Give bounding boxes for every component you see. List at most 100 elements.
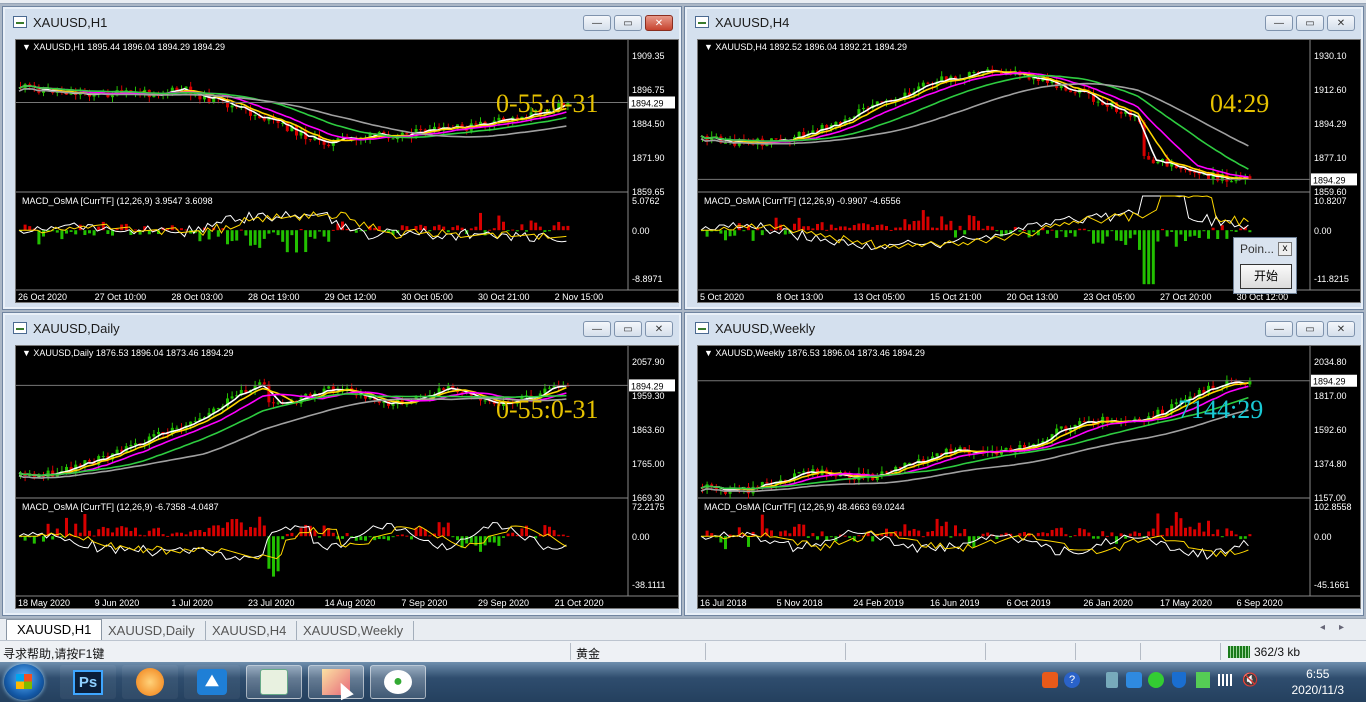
popup-close-button[interactable]: x <box>1278 242 1292 256</box>
status-traffic: 362/3 kb <box>1254 645 1301 659</box>
security-shield-icon[interactable] <box>1172 672 1186 688</box>
candle-body <box>774 138 778 140</box>
macd-histogram-bar <box>244 529 248 537</box>
macd-histogram-bar <box>1202 230 1206 232</box>
minimize-button[interactable]: — <box>1265 321 1293 337</box>
macd-histogram-bar <box>318 230 321 232</box>
macd-histogram-bar <box>479 536 482 552</box>
macd-histogram-bar <box>354 230 358 233</box>
close-button[interactable]: ✕ <box>1327 321 1355 337</box>
macd-histogram-bar <box>1128 230 1132 239</box>
candle-body <box>848 118 852 120</box>
macd-histogram-bar <box>83 230 87 236</box>
system-clock[interactable]: 6:55 2020/11/3 <box>1292 666 1345 698</box>
metatrader-taskbar-button[interactable] <box>246 665 302 699</box>
macd-histogram-bar <box>944 224 948 231</box>
maximize-button[interactable]: ▭ <box>1296 15 1324 31</box>
macd-histogram-bar <box>60 230 64 240</box>
sogou-ime-icon[interactable] <box>1042 672 1058 688</box>
maximize-button[interactable]: ▭ <box>614 321 642 337</box>
mountain-app-icon[interactable]: ⛰ <box>184 665 240 699</box>
chart-plot: 1894.292057.901959.301863.601765.001669.… <box>16 346 678 608</box>
chart-area[interactable]: 1894.29 1909.35 1896.75 1884.50 1871.90 1859.… <box>15 39 679 303</box>
time-tick-label: 26 Jan 2020 <box>1083 598 1133 608</box>
maximize-button[interactable]: ▭ <box>614 15 642 31</box>
candle-body <box>433 126 436 130</box>
chart-window-h1[interactable]: XAUUSD,H1 — ▭ ✕ 1894.29 1909.35 1896.75 1884.… <box>2 6 682 310</box>
time-tick-label: 16 Jul 2018 <box>700 598 747 608</box>
network-app-icon[interactable] <box>1126 672 1142 688</box>
macd-histogram-bar <box>1082 228 1086 231</box>
chart-window-icon <box>695 322 709 334</box>
macd-histogram-bar <box>345 228 349 231</box>
macd-histogram-bar <box>1128 533 1132 537</box>
macd-histogram-bar <box>368 536 372 538</box>
signal-icon[interactable] <box>1218 674 1234 686</box>
macd-histogram-bar <box>760 230 764 236</box>
macd-histogram-bar <box>419 526 423 537</box>
maximize-button[interactable]: ▭ <box>1296 321 1324 337</box>
macd-histogram-bar <box>391 536 395 538</box>
macd-histogram-bar <box>917 220 921 231</box>
start-button[interactable]: 开始 <box>1240 264 1292 289</box>
points-popup-dialog[interactable]: Poin... x 开始 <box>1233 237 1297 294</box>
price-tick-label: 1912.60 <box>1314 85 1347 95</box>
wechat-tray-icon[interactable] <box>1148 672 1164 688</box>
flag-icon[interactable] <box>1196 672 1210 688</box>
macd-histogram-bar <box>903 524 907 537</box>
macd-histogram-bar <box>152 528 156 537</box>
time-tick-label: 24 Feb 2019 <box>853 598 904 608</box>
window-titlebar[interactable]: XAUUSD,Weekly <box>689 317 1359 339</box>
macd-histogram-bar <box>1188 230 1192 237</box>
macd-histogram-bar <box>857 223 861 231</box>
macd-histogram-bar <box>1174 230 1178 247</box>
paint-taskbar-button[interactable] <box>308 665 364 699</box>
macd-histogram-bar <box>1046 533 1049 537</box>
candle-body <box>1082 421 1086 423</box>
macd-histogram-bar <box>331 532 335 537</box>
time-tick-label: 21 Oct 2020 <box>555 598 604 608</box>
close-button[interactable]: ✕ <box>1327 15 1355 31</box>
macd-histogram-bar <box>977 220 980 231</box>
macd-histogram-bar <box>862 223 865 231</box>
candle-body <box>276 402 280 404</box>
price-tick-label: 1877.10 <box>1314 153 1347 163</box>
minimize-button[interactable]: — <box>1265 15 1293 31</box>
volume-muted-icon[interactable]: 🔇 <box>1242 672 1258 688</box>
chart-area[interactable]: 1894.29 2034.80 1817.00 1592.60 1374.80 1157.… <box>697 345 1361 609</box>
tab-xauusd-h4[interactable]: XAUUSD,H4 <box>202 621 298 640</box>
browser-icon[interactable] <box>122 665 178 699</box>
photoshop-icon[interactable]: Ps <box>60 665 116 699</box>
tab-xauusd-weekly[interactable]: XAUUSD,Weekly <box>293 621 415 640</box>
close-button[interactable]: ✕ <box>645 15 673 31</box>
help-icon[interactable]: ? <box>1064 672 1080 688</box>
macd-histogram-bar <box>1078 228 1082 231</box>
tab-xauusd-daily[interactable]: XAUUSD,Daily <box>98 621 206 640</box>
chart-window-weekly[interactable]: XAUUSD,Weekly — ▭ ✕ 1894.29 2034.80 1817.00 1… <box>684 312 1364 616</box>
macd-histogram-bar <box>954 525 957 537</box>
candle-body <box>1101 416 1105 424</box>
window-titlebar[interactable]: XAUUSD,H1 <box>7 11 677 33</box>
current-price-label: 1894.29 <box>1313 175 1346 185</box>
macd-histogram-bar <box>1207 230 1210 239</box>
minimize-button[interactable]: — <box>583 321 611 337</box>
macd-histogram-bar <box>497 536 501 546</box>
time-tick-label: 28 Oct 19:00 <box>248 292 300 302</box>
usb-icon[interactable] <box>1106 672 1118 688</box>
candle-body <box>862 107 865 110</box>
macd-histogram-bar <box>221 527 225 537</box>
candle-body <box>908 462 911 464</box>
tab-xauusd-h1[interactable]: XAUUSD,H1 <box>6 619 103 640</box>
wechat-taskbar-button[interactable]: ● <box>370 665 426 699</box>
start-menu-icon[interactable] <box>4 664 44 700</box>
macd-histogram-bar <box>751 230 755 241</box>
chart-window-daily[interactable]: XAUUSD,Daily — ▭ ✕ 1894.29 2057.90 1959.30 18… <box>2 312 682 616</box>
minimize-button[interactable]: — <box>583 15 611 31</box>
macd-histogram-bar <box>433 226 436 231</box>
close-button[interactable]: ✕ <box>645 321 673 337</box>
chart-area[interactable]: 1894.29 2057.90 1959.30 1863.60 1765.00 1669.… <box>15 345 679 609</box>
window-titlebar[interactable]: XAUUSD,Daily <box>7 317 677 339</box>
tab-scroll-arrows[interactable]: ◂▸ <box>1320 622 1358 633</box>
window-titlebar[interactable]: XAUUSD,H4 <box>689 11 1359 33</box>
candle-body <box>548 387 551 389</box>
